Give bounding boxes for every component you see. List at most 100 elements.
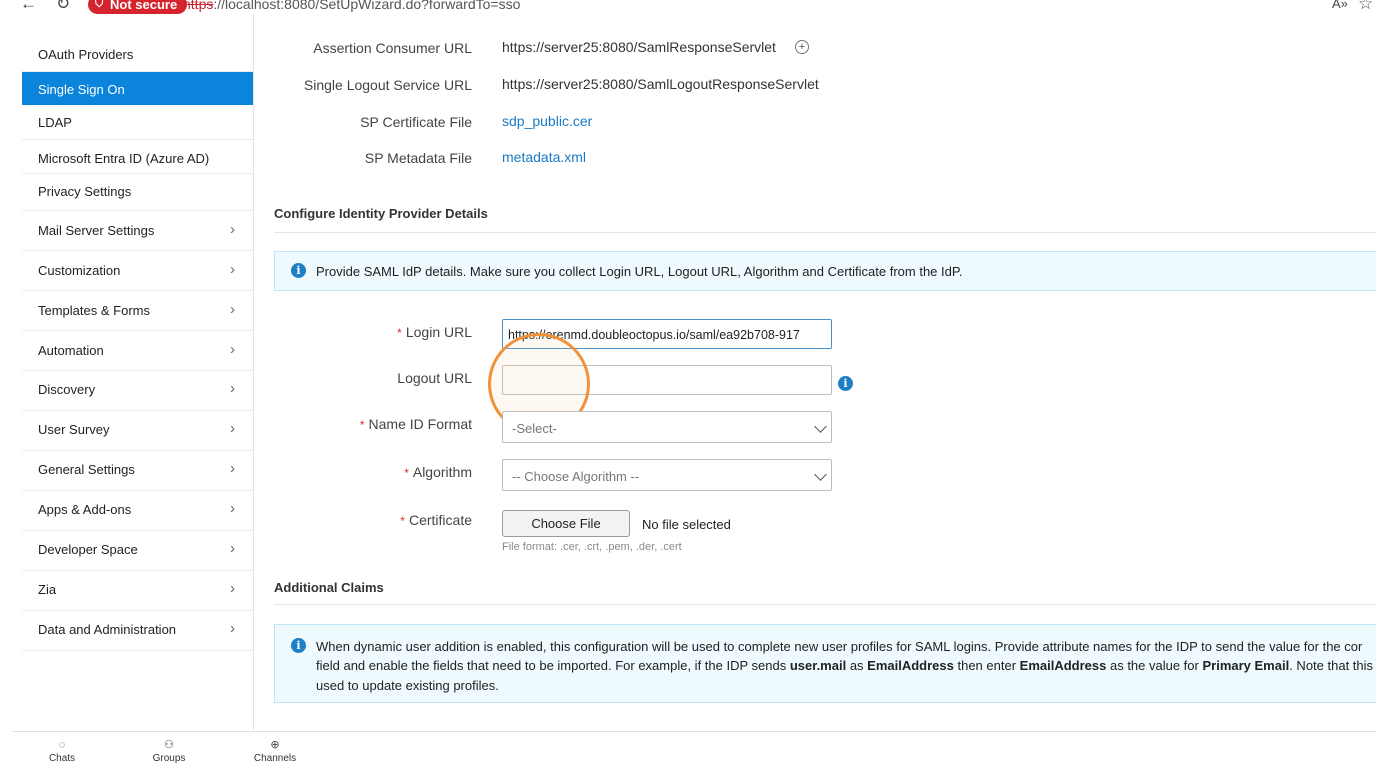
- sidebar-item-apps-add-ons[interactable]: Apps & Add-ons ›: [22, 491, 253, 531]
- algorithm-label: * Algorithm: [404, 464, 472, 480]
- sidebar-item-label: Privacy Settings: [38, 184, 132, 199]
- chats-tab[interactable]: ◌ Chats: [32, 732, 92, 764]
- slo-url-label: Single Logout Service URL: [303, 77, 472, 93]
- choose-file-button[interactable]: Choose File: [502, 510, 630, 537]
- sidebar-item-label: Developer Space: [38, 542, 138, 557]
- slo-url-value: https://server25:8080/SamlLogoutResponse…: [502, 76, 819, 92]
- chevron-down-icon: [814, 468, 827, 481]
- sidebar-item-label: Zia: [38, 582, 57, 597]
- certificate-label: * Certificate: [400, 512, 472, 528]
- acs-url-label: Assertion Consumer URL: [313, 40, 472, 56]
- sidebar-item-developer-space[interactable]: Developer Space ›: [22, 531, 253, 571]
- sidebar-item-label: Templates & Forms: [38, 303, 150, 318]
- sidebar-item-ldap[interactable]: LDAP: [22, 105, 253, 140]
- claims-info-line-3: used to update existing profiles.: [316, 678, 499, 693]
- chevron-right-icon: ›: [230, 261, 235, 278]
- settings-sidebar: OAuth Providers Single Sign On LDAP Micr…: [22, 14, 254, 730]
- sidebar-item-zia[interactable]: Zia ›: [22, 571, 253, 611]
- channels-label: Channels: [253, 753, 297, 764]
- browser-toolbar: ← ↻ ⛉ Not secure https://localhost:8080/…: [0, 0, 1376, 14]
- sidebar-item-label: General Settings: [38, 462, 135, 477]
- required-asterisk: *: [400, 514, 405, 528]
- claims-bold: user.mail: [789, 658, 847, 673]
- info-icon: i: [291, 638, 306, 653]
- required-asterisk: *: [397, 326, 402, 340]
- sidebar-item-label: Mail Server Settings: [38, 223, 155, 238]
- channels-tab[interactable]: ⊕ Channels: [245, 732, 305, 764]
- sidebar-item-label: Apps & Add-ons: [38, 502, 132, 517]
- claims-text: field and enable the fields that need to…: [316, 658, 790, 673]
- sp-metadata-link[interactable]: metadata.xml: [502, 149, 586, 165]
- sidebar-item-label: Single Sign On: [38, 82, 125, 97]
- logout-url-label: Logout URL: [397, 370, 472, 386]
- algorithm-selected: -- Choose Algorithm --: [512, 469, 640, 484]
- reload-icon[interactable]: ↻: [56, 0, 70, 14]
- sidebar-item-templates-forms[interactable]: Templates & Forms ›: [22, 291, 253, 331]
- sidebar-item-label: User Survey: [38, 422, 110, 437]
- add-circle-icon[interactable]: +: [795, 40, 809, 54]
- sp-certificate-label: SP Certificate File: [360, 114, 472, 130]
- login-url-label: * Login URL: [397, 324, 472, 340]
- claims-bold: Primary Email: [1202, 658, 1290, 673]
- sidebar-item-privacy-settings[interactable]: Privacy Settings: [22, 174, 253, 211]
- claims-text: then enter: [953, 658, 1020, 673]
- read-aloud-icon[interactable]: A»: [1332, 0, 1348, 11]
- chevron-right-icon: ›: [230, 420, 235, 437]
- back-arrow-icon[interactable]: ←: [20, 0, 37, 14]
- sidebar-item-oauth-providers[interactable]: OAuth Providers: [22, 36, 253, 72]
- url-scheme: https: [183, 0, 214, 12]
- sp-certificate-link[interactable]: sdp_public.cer: [502, 113, 592, 129]
- claims-info-line-1: When dynamic user addition is enabled, t…: [316, 639, 1363, 654]
- sidebar-item-mail-server-settings[interactable]: Mail Server Settings ›: [22, 211, 253, 251]
- sidebar-item-automation[interactable]: Automation ›: [22, 331, 253, 371]
- no-file-selected-text: No file selected: [642, 517, 731, 532]
- claims-info-box: i When dynamic user addition is enabled,…: [274, 624, 1376, 703]
- chevron-down-icon: [814, 420, 827, 433]
- claims-text: as: [846, 658, 868, 673]
- chevron-right-icon: ›: [230, 221, 235, 238]
- name-id-format-select[interactable]: -Select-: [502, 411, 832, 443]
- section-divider: [274, 604, 1376, 605]
- idp-info-box: i Provide SAML IdP details. Make sure yo…: [274, 251, 1376, 291]
- chevron-right-icon: ›: [230, 500, 235, 517]
- idp-section-title: Configure Identity Provider Details: [274, 206, 488, 221]
- favorite-star-icon[interactable]: ☆: [1358, 0, 1373, 14]
- sidebar-item-label: Automation: [38, 343, 104, 358]
- groups-label: Groups: [152, 753, 186, 764]
- address-bar[interactable]: https://localhost:8080/SetUpWizard.do?fo…: [183, 0, 520, 12]
- not-secure-badge[interactable]: ⛉ Not secure: [88, 0, 188, 14]
- sidebar-item-discovery[interactable]: Discovery ›: [22, 371, 253, 411]
- chevron-right-icon: ›: [230, 341, 235, 358]
- sidebar-item-general-settings[interactable]: General Settings ›: [22, 451, 253, 491]
- bottom-chat-bar: ◌ Chats ⚇ Groups ⊕ Channels: [12, 731, 1376, 770]
- channel-hash-icon: ⊕: [270, 739, 280, 751]
- additional-claims-title: Additional Claims: [274, 580, 384, 595]
- info-icon: i: [291, 263, 306, 278]
- groups-tab[interactable]: ⚇ Groups: [139, 732, 199, 764]
- group-people-icon: ⚇: [164, 739, 174, 751]
- name-id-format-label-text: Name ID Format: [368, 416, 472, 432]
- sidebar-item-user-survey[interactable]: User Survey ›: [22, 411, 253, 451]
- shield-warning-icon: ⛉: [95, 0, 104, 10]
- algorithm-label-text: Algorithm: [412, 464, 472, 480]
- sp-metadata-label: SP Metadata File: [364, 150, 472, 166]
- sidebar-item-label: Data and Administration: [38, 622, 177, 637]
- sidebar-item-microsoft-entra-id[interactable]: Microsoft Entra ID (Azure AD): [22, 140, 253, 174]
- sidebar-item-data-and-administration[interactable]: Data and Administration ›: [22, 611, 253, 651]
- claims-info-line-2: field and enable the fields that need to…: [316, 658, 1376, 673]
- sidebar-item-customization[interactable]: Customization ›: [22, 251, 253, 291]
- login-url-label-text: Login URL: [405, 324, 472, 340]
- not-secure-label: Not secure: [110, 0, 178, 12]
- required-asterisk: *: [359, 418, 365, 432]
- claims-bold: EmailAddress: [867, 658, 954, 673]
- idp-info-text: Provide SAML IdP details. Make sure you …: [316, 264, 963, 279]
- claims-text: as the value for: [1106, 658, 1203, 673]
- section-divider: [274, 232, 1376, 233]
- claims-bold: EmailAddress: [1019, 658, 1107, 673]
- sidebar-item-label: OAuth Providers: [38, 47, 134, 62]
- logout-url-help-icon[interactable]: i: [838, 376, 853, 391]
- algorithm-select[interactable]: -- Choose Algorithm --: [502, 459, 832, 491]
- sidebar-item-single-sign-on[interactable]: Single Sign On: [22, 72, 253, 105]
- file-format-hint: File format: .cer, .crt, .pem, .der, .ce…: [502, 541, 682, 553]
- required-asterisk: *: [404, 466, 409, 480]
